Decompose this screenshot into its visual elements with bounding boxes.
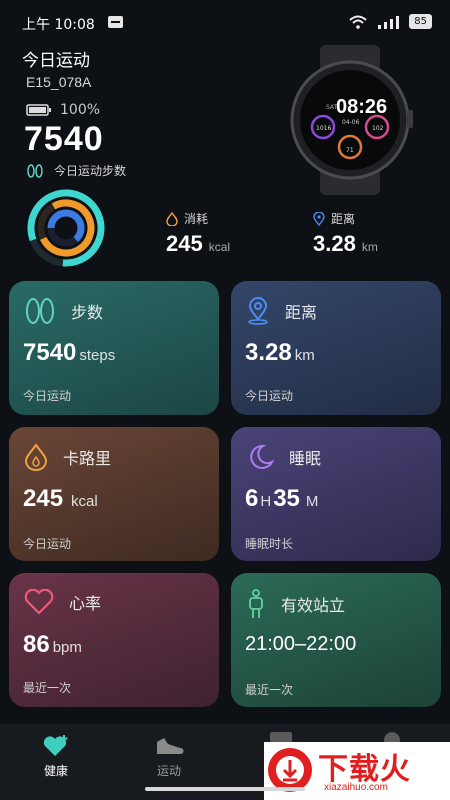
sleep-card-minutes: 35: [273, 485, 300, 512]
tab-sport-label: 运动: [156, 764, 181, 778]
moon-icon: [250, 444, 275, 469]
steps-card-sub: 今日运动: [23, 389, 72, 403]
footprints-icon: [27, 163, 43, 178]
summary-calories-label: 消耗: [184, 212, 209, 226]
shoe-icon: [157, 738, 184, 754]
battery-icon: [26, 104, 51, 116]
standing-card[interactable]: 有效站立 21:00–22:00 最近一次: [231, 573, 441, 707]
summary-distance: 距离 3.28 km: [313, 210, 378, 257]
flame-icon: [166, 211, 178, 226]
tab-health-label: 健康: [43, 764, 68, 778]
sleep-card-hours-unit: H: [260, 493, 272, 510]
calories-card-value: 245: [23, 485, 64, 512]
today-steps: 7540: [24, 120, 104, 158]
activity-rings: [27, 189, 105, 267]
heart-rate-card-sub: 最近一次: [23, 681, 72, 695]
steps-label: 今日运动步数: [54, 164, 127, 178]
steps-card-unit: steps: [79, 347, 116, 364]
heart-rate-card-title: 心率: [69, 594, 102, 613]
watermark-subtext: xiazaihuo.com: [324, 782, 388, 793]
watch-time: 08:26: [336, 96, 387, 118]
sleep-card[interactable]: 睡眠 6 H35 M 睡眠时长: [231, 427, 441, 561]
footprints-icon: [26, 298, 54, 324]
summary-calories: 消耗 245 kcal: [166, 210, 230, 257]
standing-person-icon: [249, 589, 263, 618]
page-title: 今日运动: [22, 51, 90, 71]
summary-distance-value: 3.28: [313, 231, 356, 256]
summary-calories-unit: kcal: [208, 240, 231, 254]
device-battery-percent: 100%: [60, 102, 101, 118]
calories-card-unit: kcal: [71, 493, 98, 510]
device-id: E15_078A: [26, 74, 92, 90]
heart-plus-icon: [43, 735, 68, 756]
sleep-card-title: 睡眠: [289, 449, 322, 468]
standing-card-sub: 最近一次: [245, 683, 294, 697]
watch-date: 04-06: [342, 119, 360, 126]
status-icons: 85: [349, 14, 432, 29]
flame-icon: [24, 443, 48, 471]
distance-card[interactable]: 距离 3.28 km 今日运动: [231, 281, 441, 415]
steps-label-row: 今日运动步数: [26, 162, 126, 179]
steps-card-title: 步数: [71, 303, 104, 322]
location-pin-icon: [248, 297, 268, 325]
tab-sport[interactable]: 运动: [139, 734, 199, 779]
location-pin-icon: [313, 211, 325, 226]
status-bar: 上午 10:08 85: [0, 0, 450, 44]
distance-card-unit: km: [294, 347, 315, 364]
steps-card[interactable]: 步数 7540 steps 今日运动: [9, 281, 219, 415]
summary-calories-value: 245: [166, 231, 203, 256]
device-tab-icon[interactable]: [270, 732, 292, 742]
calories-card[interactable]: 卡路里 245 kcal 今日运动: [9, 427, 219, 561]
watch-left-value: 1016: [316, 125, 331, 132]
standing-card-title: 有效站立: [281, 596, 346, 615]
status-time: 上午 10:08: [22, 17, 95, 33]
standing-card-value: 21:00–22:00: [245, 633, 357, 655]
watch-bottom-value: 71: [346, 147, 354, 154]
wifi-icon: [349, 15, 367, 29]
steps-card-value: 7540: [23, 339, 77, 366]
heart-rate-card-value: 86: [23, 631, 50, 658]
watch-right-value: 102: [372, 125, 384, 132]
sleep-card-hours: 6: [245, 485, 259, 512]
device-battery: 100%: [26, 102, 100, 118]
battery-indicator: 85: [409, 14, 432, 29]
home-indicator[interactable]: [145, 787, 305, 791]
heart-rate-card[interactable]: 心率 86 bpm 最近一次: [9, 573, 219, 707]
message-icon: [108, 16, 123, 28]
watermark-logo: 下载火 xiazaihuo.com: [264, 742, 450, 800]
summary-distance-unit: km: [361, 240, 378, 254]
calories-card-title: 卡路里: [63, 449, 112, 468]
distance-card-value: 3.28: [245, 339, 292, 366]
signal-icon: [378, 15, 400, 29]
tab-health[interactable]: 健康: [26, 734, 86, 779]
heart-icon: [24, 589, 54, 615]
summary-distance-label: 距离: [331, 212, 356, 226]
distance-card-title: 距离: [285, 303, 318, 322]
calories-card-sub: 今日运动: [23, 537, 72, 551]
sleep-card-minutes-unit: M: [305, 493, 319, 510]
sleep-card-sub: 睡眠时长: [245, 537, 294, 551]
heart-rate-card-unit: bpm: [52, 639, 82, 656]
watch-image[interactable]: SAT 08:26 04-06 1016 102 71: [280, 45, 420, 195]
distance-card-sub: 今日运动: [245, 389, 294, 403]
